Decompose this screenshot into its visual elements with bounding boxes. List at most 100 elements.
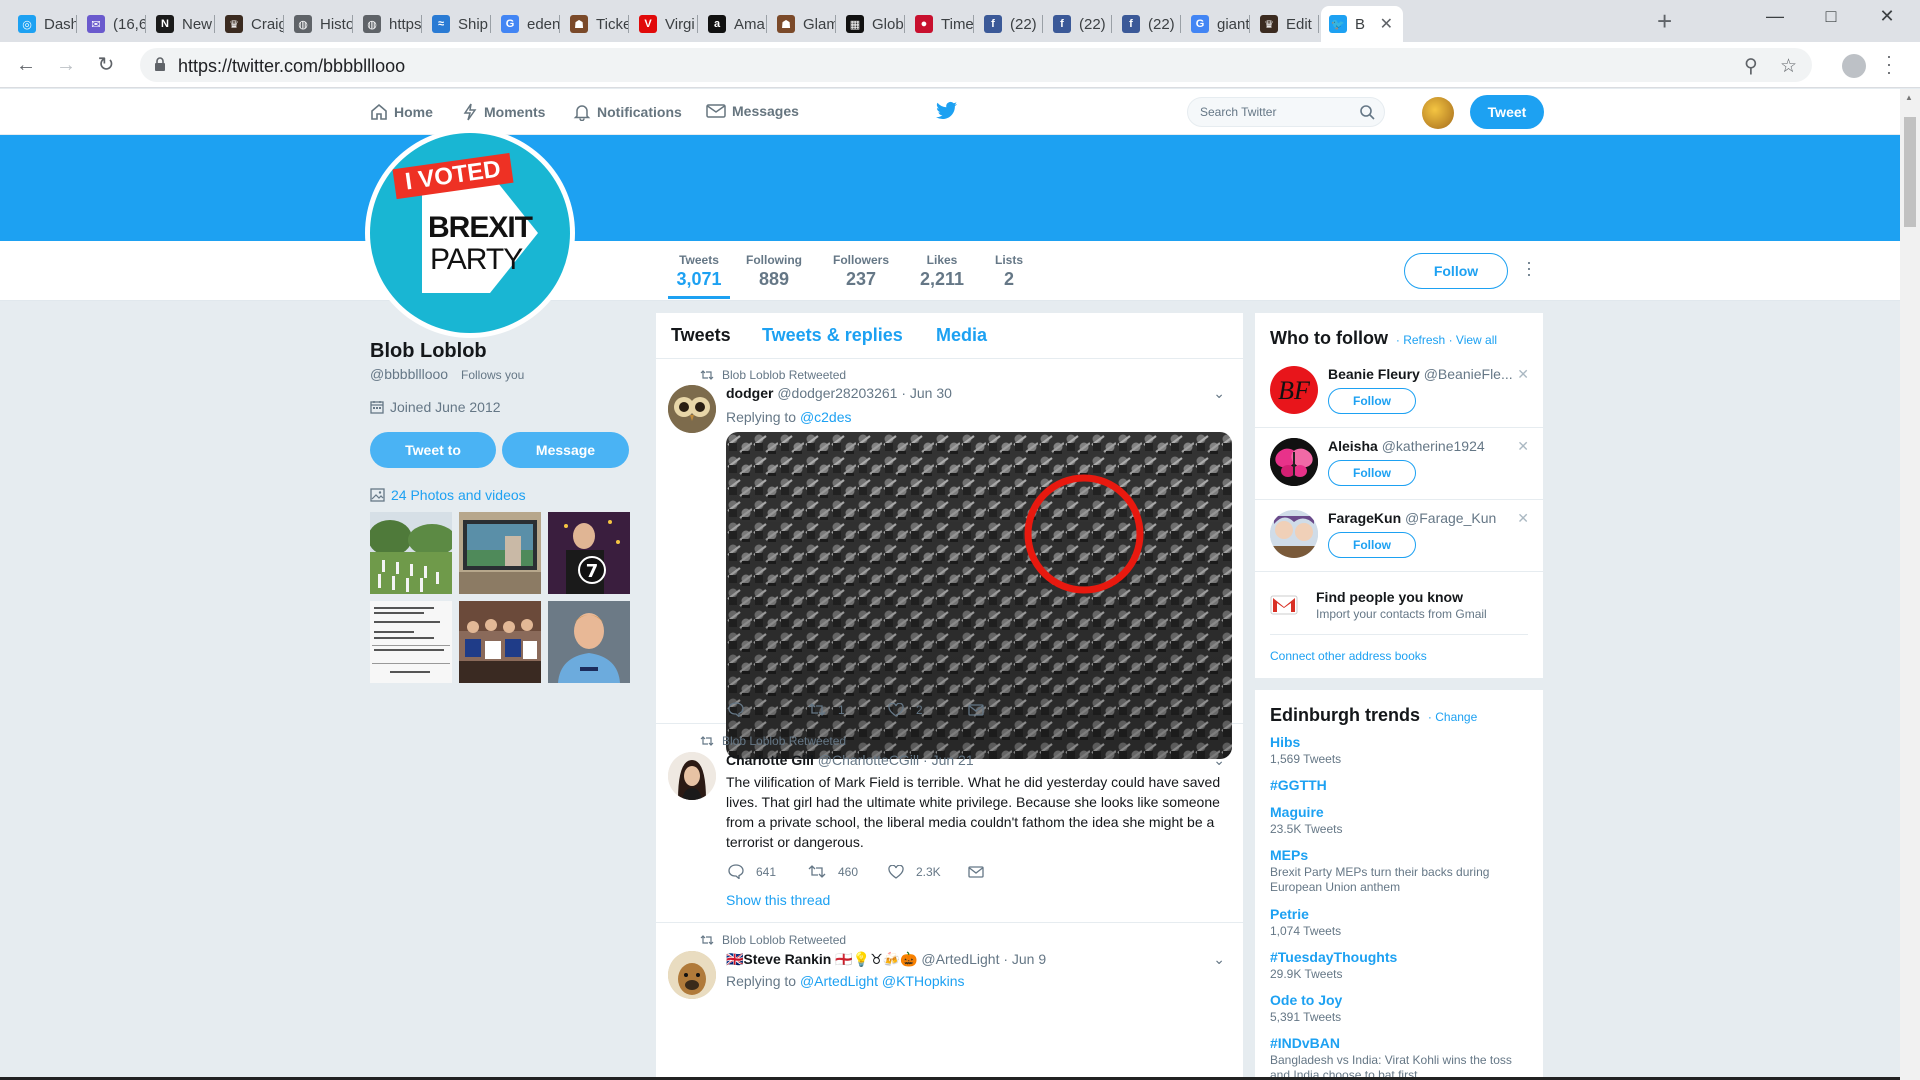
- dm-action[interactable]: [968, 703, 1048, 716]
- replying-to-link[interactable]: @c2des: [800, 409, 852, 425]
- new-tab-button[interactable]: +: [1657, 8, 1672, 34]
- trend-name[interactable]: MEPs: [1270, 847, 1520, 863]
- chevron-down-icon[interactable]: ⌄: [1213, 951, 1225, 968]
- find-people-section[interactable]: Find people you know Import your contact…: [1270, 587, 1528, 635]
- close-window-button[interactable]: ✕: [1864, 6, 1910, 27]
- replying-to-link[interactable]: @ArtedLight @KTHopkins: [800, 973, 965, 989]
- zoom-icon[interactable]: ⚲: [1744, 55, 1758, 78]
- tweet-author-handle[interactable]: @CharlotteCGill · Jun 21: [818, 752, 974, 768]
- browser-tab[interactable]: ♛ Craig: [217, 6, 284, 42]
- user-name[interactable]: Beanie Fleury: [1328, 366, 1420, 382]
- profile-avatar[interactable]: I VOTED BREXIT PARTY: [365, 128, 575, 338]
- trend-item[interactable]: Hibs 1,569 Tweets: [1270, 734, 1341, 767]
- follow-button[interactable]: Follow: [1404, 253, 1508, 289]
- suggested-user[interactable]: BF Beanie Fleury @BeanieFle... ✕ Follow: [1255, 356, 1543, 428]
- follow-button[interactable]: Follow: [1328, 460, 1416, 486]
- browser-tab[interactable]: ≈ Ship: [424, 6, 491, 42]
- browser-tab[interactable]: f (22): [1114, 6, 1181, 42]
- scroll-up-arrow-icon[interactable]: ▲: [1905, 93, 1913, 102]
- media-thumbnail[interactable]: [459, 601, 541, 683]
- minimize-button[interactable]: —: [1752, 6, 1798, 27]
- chevron-down-icon[interactable]: ⌄: [1213, 752, 1225, 769]
- message-button[interactable]: Message: [502, 432, 629, 468]
- trend-item[interactable]: Maguire 23.5K Tweets: [1270, 804, 1343, 837]
- trend-item[interactable]: MEPs Brexit Party MEPs turn their backs …: [1270, 847, 1520, 895]
- nav-home[interactable]: Home: [370, 103, 433, 121]
- suggested-user[interactable]: FarageKun @Farage_Kun ✕ Follow: [1255, 500, 1543, 572]
- trend-item[interactable]: #TuesdayThoughts 29.9K Tweets: [1270, 949, 1397, 982]
- nav-messages[interactable]: Messages: [706, 103, 799, 119]
- stat-lists[interactable]: Lists 2: [992, 253, 1026, 290]
- media-thumbnail[interactable]: 7: [548, 512, 630, 594]
- reply-action[interactable]: 641: [728, 864, 808, 879]
- browser-tab[interactable]: Ggiant: [1183, 6, 1250, 42]
- search-input[interactable]: [1200, 105, 1350, 119]
- browser-tab[interactable]: ▦ Glob: [838, 6, 905, 42]
- trend-item[interactable]: #GGTTH: [1270, 777, 1327, 795]
- stat-following[interactable]: Following 889: [746, 253, 802, 290]
- browser-tab[interactable]: ♛ Edit: [1252, 6, 1319, 42]
- user-avatar[interactable]: [1422, 97, 1454, 129]
- tweet-author-name[interactable]: dodger: [726, 385, 773, 401]
- chevron-down-icon[interactable]: ⌄: [1213, 385, 1225, 402]
- nav-moments[interactable]: Moments: [462, 103, 545, 121]
- search-icon[interactable]: [1359, 104, 1375, 120]
- trend-item[interactable]: Petrie 1,074 Tweets: [1270, 906, 1341, 939]
- connect-address-books-link[interactable]: Connect other address books: [1270, 649, 1427, 663]
- browser-tab[interactable]: ◎ Dash: [10, 6, 77, 42]
- trend-name[interactable]: Hibs: [1270, 734, 1341, 750]
- trend-item[interactable]: #INDvBAN Bangladesh vs India: Virat Kohl…: [1270, 1035, 1520, 1080]
- browser-tab[interactable]: f (22): [976, 6, 1043, 42]
- reply-action[interactable]: [728, 702, 808, 717]
- browser-tab[interactable]: f (22): [1045, 6, 1112, 42]
- browser-tab[interactable]: ● Time: [907, 6, 974, 42]
- stat-likes[interactable]: Likes 2,211: [914, 253, 970, 290]
- browser-tab[interactable]: ✉ (16,6: [79, 6, 146, 42]
- tweet-avatar[interactable]: [668, 951, 716, 999]
- browser-tab[interactable]: ◍ https: [355, 6, 422, 42]
- address-bar[interactable]: https://twitter.com/bbbblllooo ⚲ ☆: [140, 48, 1812, 82]
- profile-icon[interactable]: [1842, 54, 1866, 78]
- dismiss-icon[interactable]: ✕: [1517, 366, 1529, 383]
- photos-videos-link[interactable]: 24 Photos and videos: [370, 487, 526, 503]
- browser-tab[interactable]: ◍ Histo: [286, 6, 353, 42]
- media-thumbnail[interactable]: [548, 601, 630, 683]
- like-action[interactable]: 2.3K: [888, 864, 968, 879]
- tweet-author-handle[interactable]: @dodger28203261 · Jun 30: [777, 385, 952, 401]
- browser-tab[interactable]: Geden: [493, 6, 560, 42]
- tweet-avatar[interactable]: [668, 385, 716, 433]
- forward-arrow-icon[interactable]: →: [52, 52, 80, 80]
- trend-item[interactable]: Ode to Joy 5,391 Tweets: [1270, 992, 1342, 1025]
- trend-name[interactable]: #GGTTH: [1270, 777, 1327, 793]
- tweet-author-name[interactable]: Charlotte Gill: [726, 752, 814, 768]
- follow-button[interactable]: Follow: [1328, 532, 1416, 558]
- trend-name[interactable]: #TuesdayThoughts: [1270, 949, 1397, 965]
- view-all-link[interactable]: View all: [1456, 333, 1497, 347]
- profile-handle[interactable]: @bbbblllooo: [370, 366, 448, 382]
- dm-action[interactable]: [968, 865, 1048, 878]
- media-thumbnail[interactable]: [370, 601, 452, 683]
- tweet-to-button[interactable]: Tweet to: [370, 432, 496, 468]
- more-options-icon[interactable]: · · ·: [1526, 253, 1532, 283]
- media-thumbnail[interactable]: [459, 512, 541, 594]
- browser-tab[interactable]: 🐦 B ✕: [1321, 6, 1403, 42]
- browser-tab[interactable]: a Ama: [700, 6, 767, 42]
- find-people-title[interactable]: Find people you know: [1316, 589, 1463, 605]
- browser-tab[interactable]: ☗ Ticke: [562, 6, 629, 42]
- nav-notifications[interactable]: Notifications: [573, 103, 682, 121]
- user-name[interactable]: FarageKun: [1328, 510, 1401, 526]
- close-tab-icon[interactable]: ✕: [1380, 14, 1393, 34]
- browser-tab[interactable]: V Virgi: [631, 6, 698, 42]
- suggested-user-avatar[interactable]: BF: [1270, 366, 1318, 414]
- retweet-action[interactable]: 1: [808, 703, 888, 717]
- suggested-user[interactable]: Aleisha @katherine1924 ✕ Follow: [1255, 428, 1543, 500]
- browser-tab[interactable]: ☗ Glam: [769, 6, 836, 42]
- stat-tweets[interactable]: Tweets 3,071: [668, 253, 730, 299]
- refresh-link[interactable]: Refresh: [1403, 333, 1445, 347]
- bookmark-star-icon[interactable]: ☆: [1780, 55, 1797, 78]
- dismiss-icon[interactable]: ✕: [1517, 438, 1529, 455]
- tab-tweets[interactable]: Tweets: [671, 325, 731, 346]
- tab-tweets-replies[interactable]: Tweets & replies: [762, 325, 903, 346]
- browser-tab[interactable]: N New: [148, 6, 215, 42]
- twitter-bird-icon[interactable]: [936, 101, 958, 121]
